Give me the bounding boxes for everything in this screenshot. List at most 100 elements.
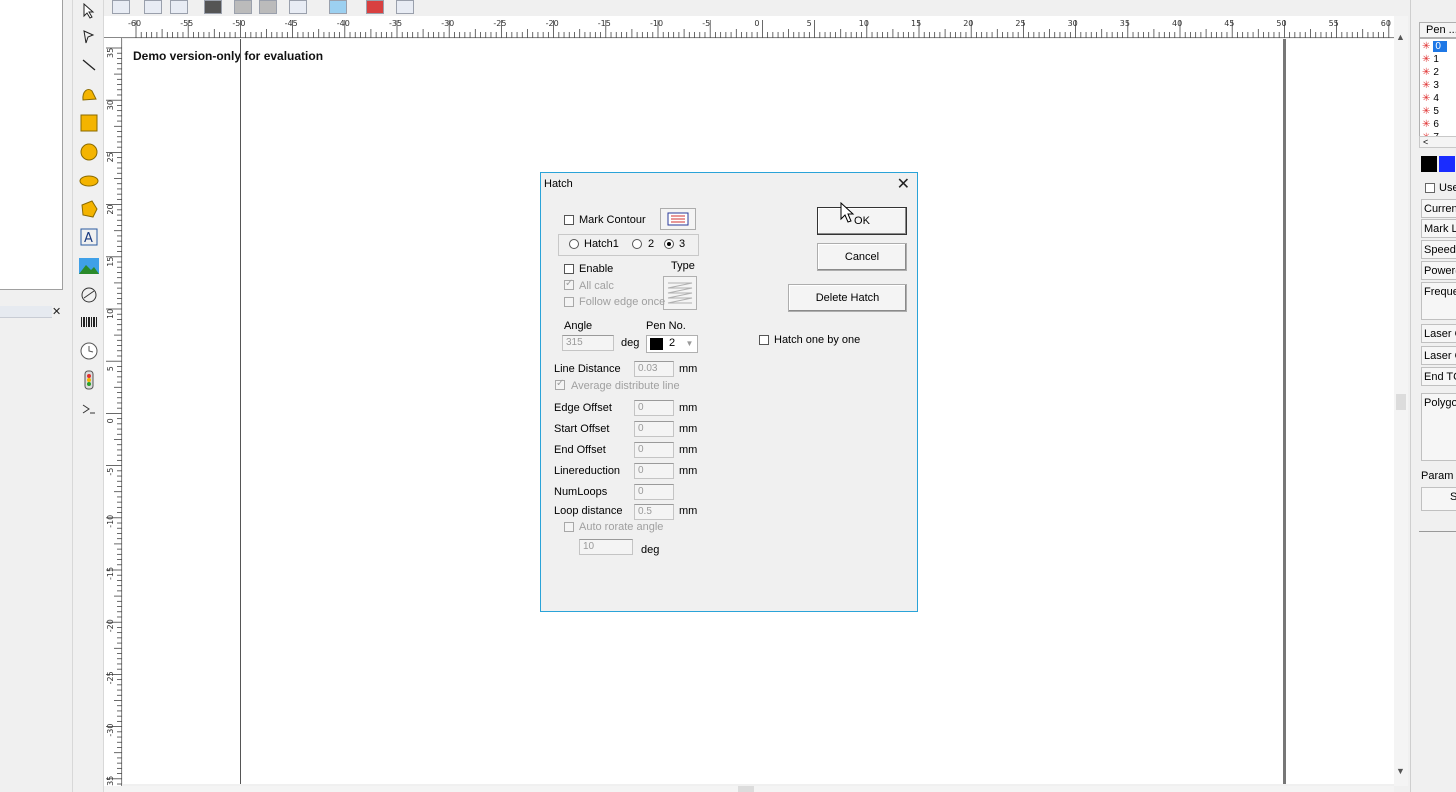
all-calc-checkbox[interactable]: [564, 278, 574, 290]
node-edit-icon[interactable]: [78, 26, 100, 48]
node-select-icon[interactable]: [144, 0, 162, 14]
enable-checkbox[interactable]: [564, 264, 574, 274]
hatch-type-icon[interactable]: [663, 276, 697, 310]
rotate-icon[interactable]: [396, 0, 414, 14]
cancel-button[interactable]: Cancel: [817, 243, 907, 271]
pen-list-hscroll[interactable]: <: [1419, 136, 1456, 148]
ruler-tick-label: -5: [702, 19, 710, 28]
linereduction-input[interactable]: 0: [634, 463, 674, 479]
line-distance-input[interactable]: 0.03: [634, 361, 674, 377]
ruler-tick-label: 30: [1068, 19, 1078, 28]
image-tool-icon[interactable]: [78, 255, 100, 277]
avg-distribute-checkbox[interactable]: [555, 378, 565, 390]
ruler-tick-label: 30: [106, 100, 115, 110]
object-list-panel: ✕: [0, 0, 70, 792]
end-offset-input[interactable]: 0: [634, 442, 674, 458]
edge-offset-input[interactable]: 0: [634, 400, 674, 416]
pen-color-swatch-blue[interactable]: [1439, 156, 1455, 172]
ruler-tick-label: 5: [106, 366, 115, 371]
pen-row[interactable]: ✳ 5: [1422, 105, 1439, 118]
object-list[interactable]: [0, 0, 63, 290]
mirror-icon[interactable]: [366, 0, 384, 14]
demo-watermark-text: Demo version-only for evaluation: [133, 49, 324, 63]
horizontal-scrollbar[interactable]: [104, 786, 1394, 792]
pen-row[interactable]: ✳ 0: [1422, 40, 1447, 53]
close-icon[interactable]: ✕: [52, 305, 61, 318]
pen-no-select[interactable]: 2 ▼: [646, 335, 698, 353]
edge-offset-label: Edge Offset: [554, 402, 612, 414]
pen-list[interactable]: ✳0 ✳1 ✳2 ✳3 ✳4 ✳5 ✳6 ✳7: [1419, 38, 1456, 138]
svg-text:A: A: [84, 231, 93, 246]
pen-color-swatch-black[interactable]: [1421, 156, 1437, 172]
hatch3-radio[interactable]: [664, 239, 674, 249]
pen-row[interactable]: ✳ 2: [1422, 66, 1439, 79]
ruler-tick-label: 0: [106, 418, 115, 423]
transform-icon[interactable]: [329, 0, 347, 14]
paste-icon[interactable]: [259, 0, 277, 14]
auto-rotate-input[interactable]: 10: [579, 539, 633, 555]
polygon-tool-icon[interactable]: [78, 198, 100, 220]
use-default-label: Use: [1439, 182, 1456, 194]
ellipse-tool-icon[interactable]: [78, 170, 100, 192]
param-power-label: Power(: [1421, 261, 1456, 280]
use-default-checkbox[interactable]: [1425, 183, 1435, 193]
select-arrow-icon[interactable]: [78, 0, 100, 22]
param-laser-on-label: Laser O: [1421, 324, 1456, 343]
ruler-tick-label: 60: [1381, 19, 1391, 28]
ruler-tick-label: 40: [1172, 19, 1182, 28]
clock-tool-icon[interactable]: [78, 340, 100, 362]
object-list-selected-row[interactable]: [0, 306, 52, 318]
pen-list-header[interactable]: Pen ...: [1419, 22, 1456, 38]
copy-icon[interactable]: [234, 0, 252, 14]
ruler-tick-label: 0: [754, 19, 759, 28]
loop-distance-input[interactable]: 0.5: [634, 504, 674, 520]
auto-rotate-checkbox[interactable]: [564, 522, 574, 532]
follow-edge-checkbox[interactable]: [564, 297, 574, 307]
angle-input[interactable]: 315: [562, 335, 614, 351]
ok-button[interactable]: OK: [817, 207, 907, 235]
rectangle-tool-icon[interactable]: [78, 112, 100, 134]
enable-label: Enable: [579, 263, 614, 275]
start-offset-label: Start Offset: [554, 423, 610, 435]
hatch-one-by-one-checkbox[interactable]: [759, 335, 769, 345]
pen-no-value: 2: [669, 337, 676, 349]
line-tool-icon[interactable]: [78, 54, 100, 76]
start-offset-input[interactable]: 0: [634, 421, 674, 437]
group-select-icon[interactable]: [112, 0, 130, 14]
pen-row[interactable]: ✳ 4: [1422, 92, 1439, 105]
crosshair-icon[interactable]: [289, 0, 307, 14]
text-tool-icon[interactable]: A: [78, 226, 100, 248]
barcode-tool-icon[interactable]: [78, 312, 100, 334]
delete-hatch-button[interactable]: Delete Hatch: [788, 284, 907, 312]
numloops-input[interactable]: 0: [634, 484, 674, 500]
vector-file-icon[interactable]: [78, 284, 100, 306]
pen-row[interactable]: ✳ 3: [1422, 79, 1439, 92]
circle-tool-icon[interactable]: [78, 141, 100, 163]
contour-settings-icon[interactable]: [660, 208, 696, 230]
chevron-down-icon[interactable]: ▼: [683, 337, 696, 351]
ruler-tick-label: 5: [807, 19, 812, 28]
hatch3-label: 3: [679, 238, 686, 250]
pen-row[interactable]: ✳ 1: [1422, 53, 1439, 66]
hatch-one-by-one-label: Hatch one by one: [774, 334, 861, 346]
pen-panel: Pen ... ✳0 ✳1 ✳2 ✳3 ✳4 ✳5 ✳6 ✳7 < Use Cu…: [1410, 0, 1456, 792]
input-port-icon[interactable]: [78, 369, 100, 391]
mark-contour-checkbox[interactable]: [564, 215, 574, 225]
end-offset-unit: mm: [679, 444, 698, 456]
hatch1-radio[interactable]: [569, 239, 579, 249]
pen-row[interactable]: ✳ 6: [1422, 118, 1439, 131]
loop-distance-label: Loop distance: [554, 505, 623, 517]
select-param-button[interactable]: Sele: [1421, 487, 1456, 511]
layer-icon[interactable]: [204, 0, 222, 14]
curve-tool-icon[interactable]: [78, 83, 100, 105]
output-port-icon[interactable]: [78, 398, 100, 420]
linereduction-unit: mm: [679, 465, 698, 477]
align-select-icon[interactable]: [170, 0, 188, 14]
vertical-scrollbar[interactable]: ▲ ▼: [1394, 16, 1408, 786]
hatch-dialog: Hatch ✕ Mark Contour Hatch1 2 3 Enable T…: [540, 172, 918, 612]
dialog-body: Mark Contour Hatch1 2 3 Enable Type All …: [541, 193, 917, 611]
ruler-tick-label: -45: [285, 19, 298, 28]
hatch2-radio[interactable]: [632, 239, 642, 249]
ruler-tick-label: 20: [963, 19, 973, 28]
close-icon[interactable]: ✕: [897, 174, 910, 194]
